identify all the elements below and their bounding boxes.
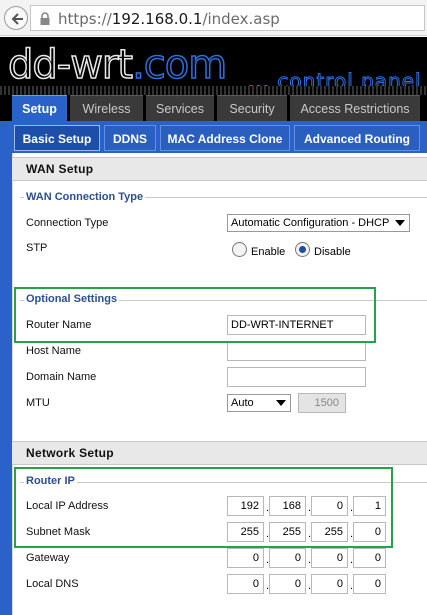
optional-settings-highlight	[14, 287, 376, 343]
gateway-octet-4[interactable]: 0	[353, 548, 386, 568]
domain-name-label: Domain Name	[26, 371, 97, 383]
browser-address-bar: https://192.168.0.1/index.asp	[0, 0, 427, 36]
tab-setup[interactable]: Setup	[12, 95, 67, 121]
gateway-label: Gateway	[26, 552, 70, 564]
subtab-mac-address-clone[interactable]: MAC Address Clone	[160, 125, 290, 151]
dns-octet-4[interactable]: 0	[353, 574, 386, 594]
router-ip-highlight	[14, 467, 393, 548]
url-field[interactable]: https://192.168.0.1/index.asp	[30, 5, 425, 31]
url-text: https://192.168.0.1/index.asp	[58, 10, 280, 28]
tab-access-restrictions[interactable]: Access Restrictions	[290, 95, 420, 121]
header-stripes	[0, 86, 427, 95]
mtu-value-input: 1500	[298, 393, 346, 413]
chevron-down-icon	[276, 400, 286, 406]
local-dns-label: Local DNS	[26, 578, 79, 590]
gateway-octet-1[interactable]: 0	[227, 548, 264, 568]
stp-enable-radio[interactable]	[232, 242, 247, 257]
lock-icon	[40, 12, 50, 25]
tab-services[interactable]: Services	[146, 95, 214, 121]
page-header: dd-wrt.com ... control panel	[0, 37, 427, 95]
mtu-label: MTU	[26, 397, 50, 409]
stp-label: STP	[26, 242, 48, 254]
back-button[interactable]	[4, 6, 28, 30]
chevron-down-icon	[395, 220, 405, 226]
back-arrow-icon	[11, 13, 23, 25]
ddwrt-logo: dd-wrt.com	[7, 42, 228, 88]
subtab-ddns[interactable]: DDNS	[104, 125, 156, 151]
gateway-octet-3[interactable]: 0	[311, 548, 348, 568]
wan-setup-header: WAN Setup	[12, 157, 427, 181]
dns-octet-2[interactable]: 0	[269, 574, 306, 594]
gateway-octet-2[interactable]: 0	[269, 548, 306, 568]
dns-octet-3[interactable]: 0	[311, 574, 348, 594]
dns-octet-1[interactable]: 0	[227, 574, 264, 594]
stp-disable-label: Disable	[314, 246, 351, 258]
connection-type-select[interactable]: Automatic Configuration - DHCP	[227, 214, 410, 232]
left-accent-strip	[0, 153, 12, 615]
host-name-input[interactable]	[227, 341, 366, 361]
network-setup-header: Network Setup	[12, 441, 427, 465]
tab-wireless[interactable]: Wireless	[70, 95, 143, 121]
sub-tabs: Basic Setup DDNS MAC Address Clone Advan…	[0, 121, 427, 153]
domain-name-input[interactable]	[227, 367, 366, 387]
stp-disable-radio[interactable]	[295, 242, 310, 257]
subtab-advanced-routing[interactable]: Advanced Routing	[294, 125, 420, 151]
mtu-mode-select[interactable]: Auto	[227, 394, 291, 412]
stp-enable-label: Enable	[251, 246, 286, 258]
tab-security[interactable]: Security	[217, 95, 287, 121]
subtab-basic-setup[interactable]: Basic Setup	[14, 125, 100, 151]
connection-type-label: Connection Type	[26, 217, 109, 229]
host-name-label: Host Name	[26, 345, 82, 357]
wan-connection-type-legend: WAN Connection Type	[24, 191, 146, 203]
main-tabs: Setup Wireless Services Security Access …	[0, 95, 427, 121]
